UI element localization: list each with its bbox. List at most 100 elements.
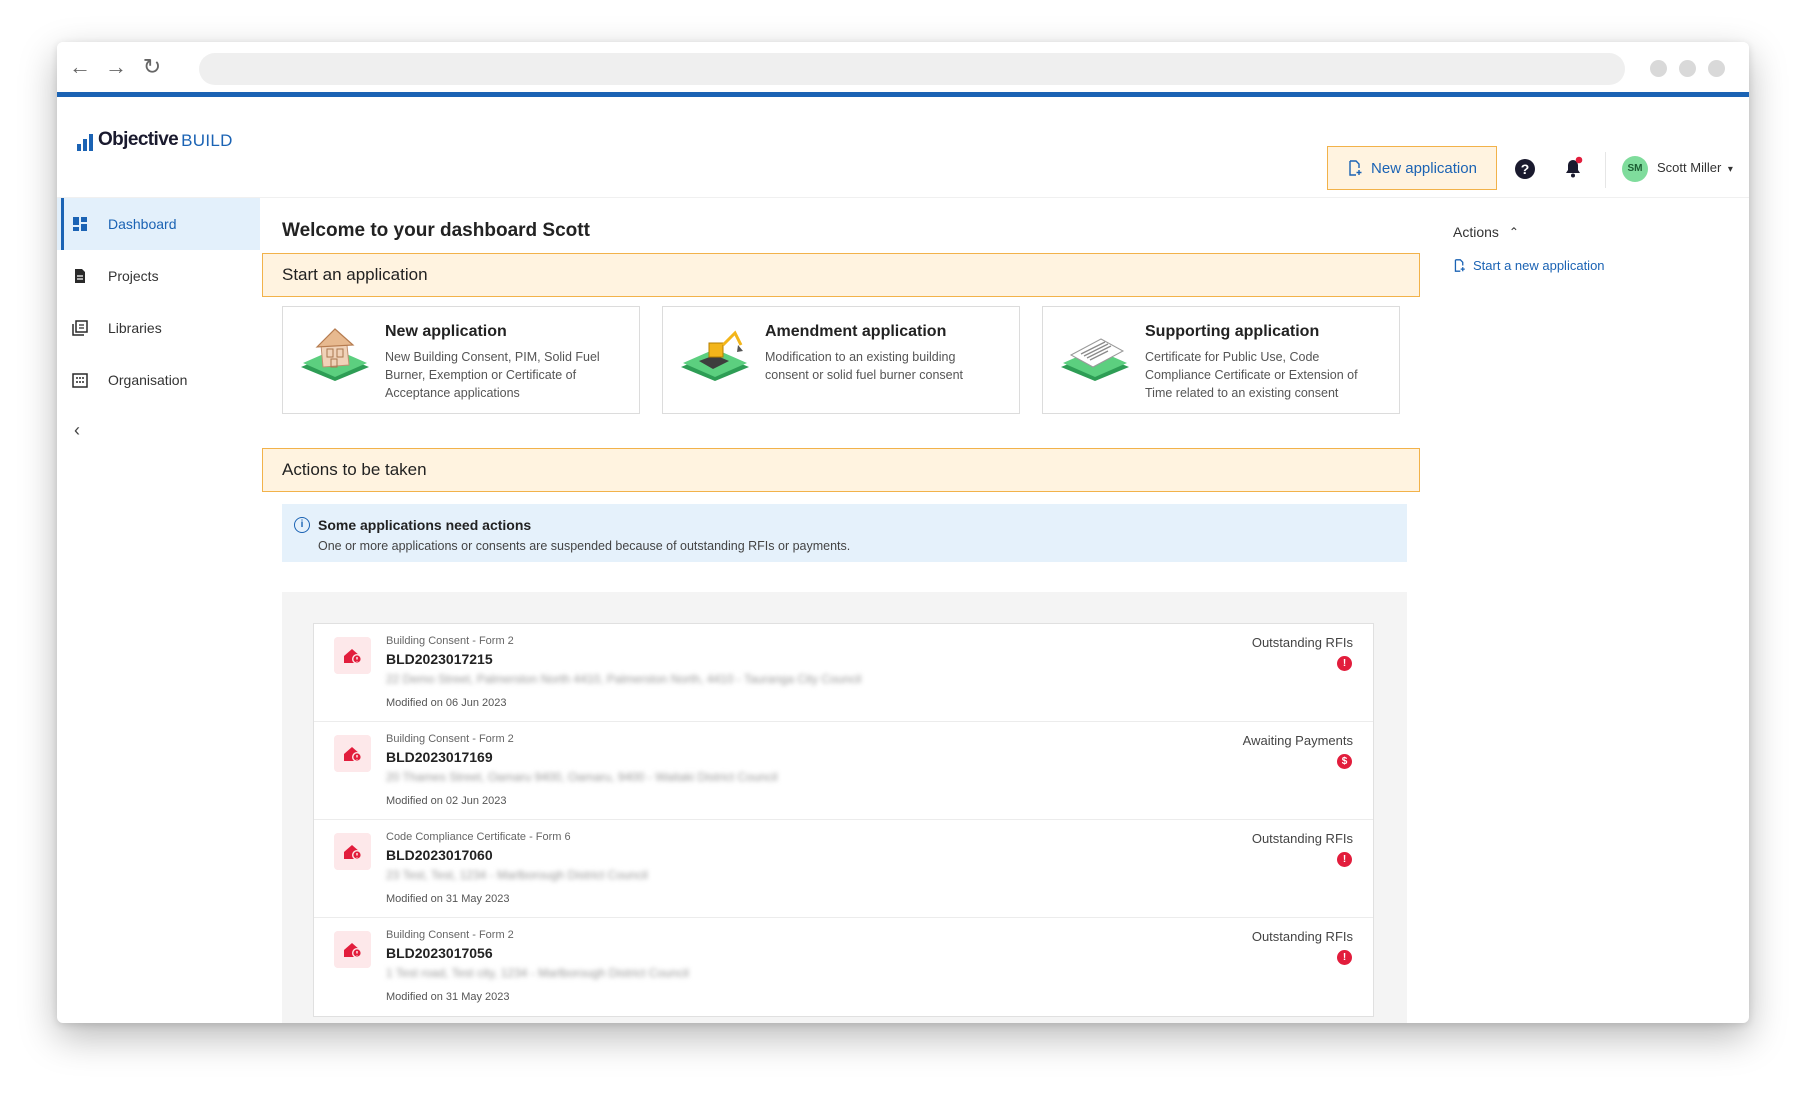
actions-panel: Actions ⌃ Start a new application [1453,224,1605,273]
new-application-button[interactable]: New application [1327,146,1497,190]
application-id: BLD2023017215 [386,651,493,667]
excavator-illustration-icon [681,330,749,381]
modified-date: Modified on 06 Jun 2023 [386,697,507,709]
dashboard-icon [73,217,87,231]
card-description: New Building Consent, PIM, Solid Fuel Bu… [385,350,600,400]
house-illustration-icon [301,328,369,381]
library-icon [72,320,88,336]
window-dot-icon[interactable] [1650,60,1667,77]
house-alert-icon [334,735,371,772]
sidebar: Dashboard Projects Libraries Organisatio… [57,198,260,406]
window-dot-icon[interactable] [1708,60,1725,77]
alert-icon: ! [1337,950,1352,965]
actions-to-be-taken-section: Actions to be taken [262,448,1420,492]
section-title: Start an application [282,265,428,284]
status-label: Outstanding RFIs [1251,929,1353,944]
applications-list: Building Consent - Form 2 BLD2023017215 … [313,623,1374,1017]
new-application-card[interactable]: New application New Building Consent, PI… [282,306,640,414]
user-name: Scott Miller [1657,160,1722,175]
chevron-down-icon: ▾ [1727,164,1733,175]
sidebar-item-libraries[interactable]: Libraries [57,302,260,354]
sidebar-item-label: Projects [108,268,159,284]
header-divider [1605,152,1606,188]
modified-date: Modified on 31 May 2023 [386,893,510,905]
help-icon[interactable]: ? [1515,159,1535,179]
start-new-application-link[interactable]: Start a new application [1453,258,1605,273]
building-icon [72,373,88,388]
new-document-icon [1349,160,1362,176]
list-item[interactable]: Building Consent - Form 2 BLD2023017056 … [314,918,1373,1016]
application-address: 22 Demo Street, Palmerston North 4410, P… [386,672,862,686]
application-address: 23 Test, Test, 1234 - Marlborough Distri… [386,868,648,882]
list-item[interactable]: Code Compliance Certificate - Form 6 BLD… [314,820,1373,918]
application-type: Building Consent - Form 2 [386,733,514,745]
alert-icon: ! [1337,656,1352,671]
logo-bars-icon [77,134,93,151]
card-title: New application [385,323,507,340]
payment-icon: $ [1337,754,1352,769]
address-bar[interactable] [199,53,1625,85]
alert-icon: ! [1337,852,1352,867]
list-item[interactable]: Building Consent - Form 2 BLD2023017169 … [314,722,1373,820]
application-type: Code Compliance Certificate - Form 6 [386,831,571,843]
logo-build: BUILD [181,131,233,150]
avatar[interactable]: SM [1622,156,1648,182]
app-header: Objective BUILD New application ? SM Sco… [57,97,1749,198]
collapse-sidebar-icon[interactable]: ‹ [74,420,80,441]
user-menu[interactable]: Scott Miller ▾ [1657,160,1733,175]
modified-date: Modified on 02 Jun 2023 [386,795,507,807]
sidebar-item-label: Dashboard [108,216,177,232]
applications-panel: Building Consent - Form 2 BLD2023017215 … [282,592,1407,1023]
logo-word: Objective [98,129,179,150]
sidebar-item-label: Libraries [108,320,162,336]
modified-date: Modified on 31 May 2023 [386,991,510,1003]
sidebar-item-label: Organisation [108,372,188,388]
application-id: BLD2023017169 [386,749,493,765]
status-label: Outstanding RFIs [1251,635,1353,650]
reload-icon[interactable]: ↻ [139,54,165,80]
browser-toolbar: ← → ↻ [57,42,1749,92]
actions-title: Actions [1453,224,1499,240]
actions-toggle[interactable]: Actions ⌃ [1453,224,1519,240]
notification-dot-icon [1575,156,1583,164]
objective-build-logo[interactable]: Objective BUILD [77,127,233,151]
start-new-application-label: Start a new application [1473,258,1605,273]
application-address: 1 Test road, Test city, 1234 - Marlborou… [386,966,689,980]
status-label: Outstanding RFIs [1251,831,1353,846]
window-dot-icon[interactable] [1679,60,1696,77]
certificate-illustration-icon [1061,338,1129,381]
info-alert: i Some applications need actions One or … [282,504,1407,562]
info-title: Some applications need actions [318,517,532,533]
forward-arrow-icon[interactable]: → [103,54,129,80]
document-icon [75,269,85,283]
sidebar-item-projects[interactable]: Projects [57,250,260,302]
sidebar-item-organisation[interactable]: Organisation [57,354,260,406]
chevron-up-icon: ⌃ [1508,225,1519,239]
status-label: Awaiting Payments [1242,733,1353,748]
house-alert-icon [334,931,371,968]
info-icon: i [294,517,310,533]
info-text: One or more applications or consents are… [318,539,851,553]
house-alert-icon [334,637,371,674]
application-id: BLD2023017060 [386,847,493,863]
start-application-section: Start an application [262,253,1420,297]
section-title: Actions to be taken [282,460,427,479]
amendment-application-card[interactable]: Amendment application Modification to an… [662,306,1020,414]
card-title: Amendment application [765,323,947,340]
application-type: Building Consent - Form 2 [386,929,514,941]
card-description: Modification to an existing building con… [765,350,964,382]
list-item[interactable]: Building Consent - Form 2 BLD2023017215 … [314,624,1373,722]
back-arrow-icon[interactable]: ← [67,54,93,80]
application-address: 20 Thames Street, Oamaru 9400, Oamaru, 9… [386,770,778,784]
supporting-application-card[interactable]: Supporting application Certificate for P… [1042,306,1400,414]
house-alert-icon [334,833,371,870]
page-title: Welcome to your dashboard Scott [282,220,590,241]
card-description: Certificate for Public Use, Code Complia… [1145,350,1358,400]
card-title: Supporting application [1145,323,1320,340]
application-id: BLD2023017056 [386,945,493,961]
new-document-icon [1454,259,1465,272]
sidebar-item-dashboard[interactable]: Dashboard [57,198,260,250]
application-type: Building Consent - Form 2 [386,635,514,647]
new-application-label: New application [1371,159,1477,177]
bell-icon[interactable] [1562,155,1584,181]
